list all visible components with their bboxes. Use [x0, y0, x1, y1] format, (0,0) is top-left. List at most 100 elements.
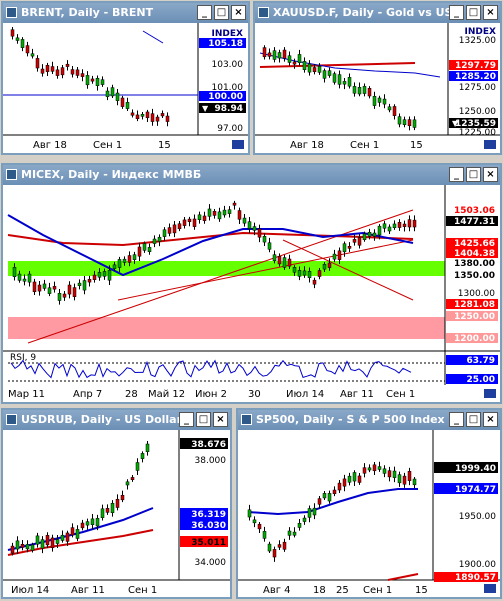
candle	[272, 50, 277, 60]
maximize-button[interactable]: □	[196, 412, 211, 427]
maximize-button[interactable]: □	[466, 167, 481, 182]
candle	[57, 292, 62, 301]
candle	[287, 258, 292, 267]
sp500-title: SP500, Daily - S & P 500 Index	[256, 413, 445, 426]
minimize-button[interactable]: _	[449, 412, 464, 427]
candle	[115, 498, 120, 508]
brent-title-bar[interactable]: BRENT, Daily - BRENT _ □ ×	[3, 3, 248, 23]
sp500-x-label-4: 15	[415, 585, 428, 596]
gold-title-bar[interactable]: XAUUSD.F, Daily - Gold vs US _ □ ×	[255, 3, 500, 23]
candle	[272, 549, 277, 558]
micex-pink-zone	[8, 317, 445, 339]
sp500-plot-area[interactable]: 1999.40 1974.77 1950.00 1900.00 1890.57 …	[238, 430, 500, 597]
candle	[22, 278, 27, 282]
micex-plot-area[interactable]: RSI, 9 1503.06 1477.31 1425.66 1404.38 1…	[3, 185, 500, 402]
minimize-button[interactable]: _	[449, 167, 464, 182]
candle	[242, 217, 247, 224]
minimize-button[interactable]: _	[179, 412, 194, 427]
micex-scroll-button[interactable]	[483, 388, 497, 399]
candle	[20, 543, 25, 548]
candle	[307, 270, 312, 278]
usdrub-plot-area[interactable]: 38.676 38.000 36.319 36.030 35.011 34.00…	[3, 430, 230, 597]
micex-x-label-2: 28	[125, 389, 138, 400]
micex-tag-1350: 1350.00	[454, 271, 495, 281]
candle	[92, 274, 97, 280]
gold-scroll-button[interactable]	[483, 139, 497, 150]
micex-tag-1425: 1425.66	[454, 239, 495, 249]
candle	[382, 223, 387, 229]
usdrub-tag-ma1: 36.319	[191, 510, 226, 520]
sp500-title-bar[interactable]: SP500, Daily - S & P 500 Index _ □ ×	[238, 410, 500, 430]
micex-title-bar[interactable]: MICEX, Daily - Индекс ММВБ _ □ ×	[3, 165, 500, 185]
close-button[interactable]: ×	[231, 5, 246, 20]
candle	[90, 78, 95, 82]
micex-x-label-7: Авг 11	[340, 389, 374, 400]
candle	[382, 468, 387, 474]
candle	[187, 218, 192, 222]
candle	[65, 63, 70, 67]
brent-chart-window[interactable]: BRENT, Daily - BRENT _ □ × INDEX 105.18 …	[1, 1, 250, 155]
candle	[287, 530, 292, 536]
candle	[337, 74, 342, 85]
minimize-button[interactable]: _	[197, 5, 212, 20]
usdrub-chart-window[interactable]: USDRUB, Daily - US Dollar _ □ × 38.676 3…	[1, 408, 232, 599]
candle	[337, 482, 342, 491]
usdrub-title-bar[interactable]: USDRUB, Daily - US Dollar _ □ ×	[3, 410, 230, 430]
usdrub-x-label-2: Сен 1	[128, 585, 157, 596]
gold-y-label-1250: 1250.00	[459, 107, 496, 117]
micex-chart-window[interactable]: MICEX, Daily - Индекс ММВБ _ □ × RSI, 9 …	[1, 163, 502, 404]
brent-plot-area[interactable]: INDEX 105.18 103.00 101.00 100.00 ▼ 98.9…	[3, 23, 248, 153]
maximize-button[interactable]: □	[466, 412, 481, 427]
candle	[135, 114, 140, 120]
minimize-button[interactable]: _	[449, 5, 464, 20]
candle	[82, 280, 87, 291]
brent-y-label-97: 97.00	[217, 124, 243, 134]
candle	[15, 540, 20, 550]
sp500-scroll-button[interactable]	[483, 583, 497, 594]
candle	[282, 257, 287, 268]
close-button[interactable]: ×	[483, 167, 498, 182]
usdrub-y-label-38: 38.000	[195, 456, 227, 466]
candle	[277, 52, 282, 59]
candle	[407, 471, 412, 481]
candle	[277, 544, 282, 548]
candle	[20, 39, 25, 48]
maximize-button[interactable]: □	[214, 5, 229, 20]
candle	[297, 270, 302, 277]
candle	[60, 534, 65, 541]
candle	[387, 106, 392, 111]
candle	[77, 282, 82, 286]
micex-tag-1250: 1250.00	[454, 312, 495, 322]
candle	[35, 535, 40, 545]
candle	[247, 221, 252, 229]
candle	[357, 237, 362, 246]
micex-y-label-1300: 1300.00	[458, 289, 495, 299]
candle	[160, 113, 165, 117]
close-button[interactable]: ×	[483, 5, 498, 20]
candle	[50, 66, 55, 72]
close-button[interactable]: ×	[213, 412, 228, 427]
candle	[372, 232, 377, 237]
candle	[52, 286, 57, 290]
candle	[407, 219, 412, 228]
brent-tag-ma: 105.18	[208, 39, 243, 49]
brent-x-label-aug18: Авг 18	[33, 140, 67, 151]
close-button[interactable]: ×	[483, 412, 498, 427]
candle	[80, 73, 85, 77]
candle	[322, 264, 327, 270]
candle	[85, 75, 90, 86]
candle	[392, 106, 397, 116]
gold-y-label-1225: 1225.00	[459, 128, 496, 138]
candle	[402, 223, 407, 227]
chart-window-icon	[6, 7, 17, 18]
gold-plot-area[interactable]: INDEX 1325.00 1297.79 1285.20 1275.00 12…	[255, 23, 500, 153]
gold-chart-window[interactable]: XAUUSD.F, Daily - Gold vs US _ □ × INDEX…	[253, 1, 502, 155]
candle	[402, 119, 407, 125]
candle	[302, 270, 307, 276]
brent-x-label-sep1: Сен 1	[93, 140, 122, 151]
maximize-button[interactable]: □	[466, 5, 481, 20]
sp500-chart-window[interactable]: SP500, Daily - S & P 500 Index _ □ × 199…	[236, 408, 502, 599]
brent-scroll-button[interactable]	[231, 139, 245, 150]
candle	[70, 527, 75, 536]
candle	[155, 116, 160, 122]
